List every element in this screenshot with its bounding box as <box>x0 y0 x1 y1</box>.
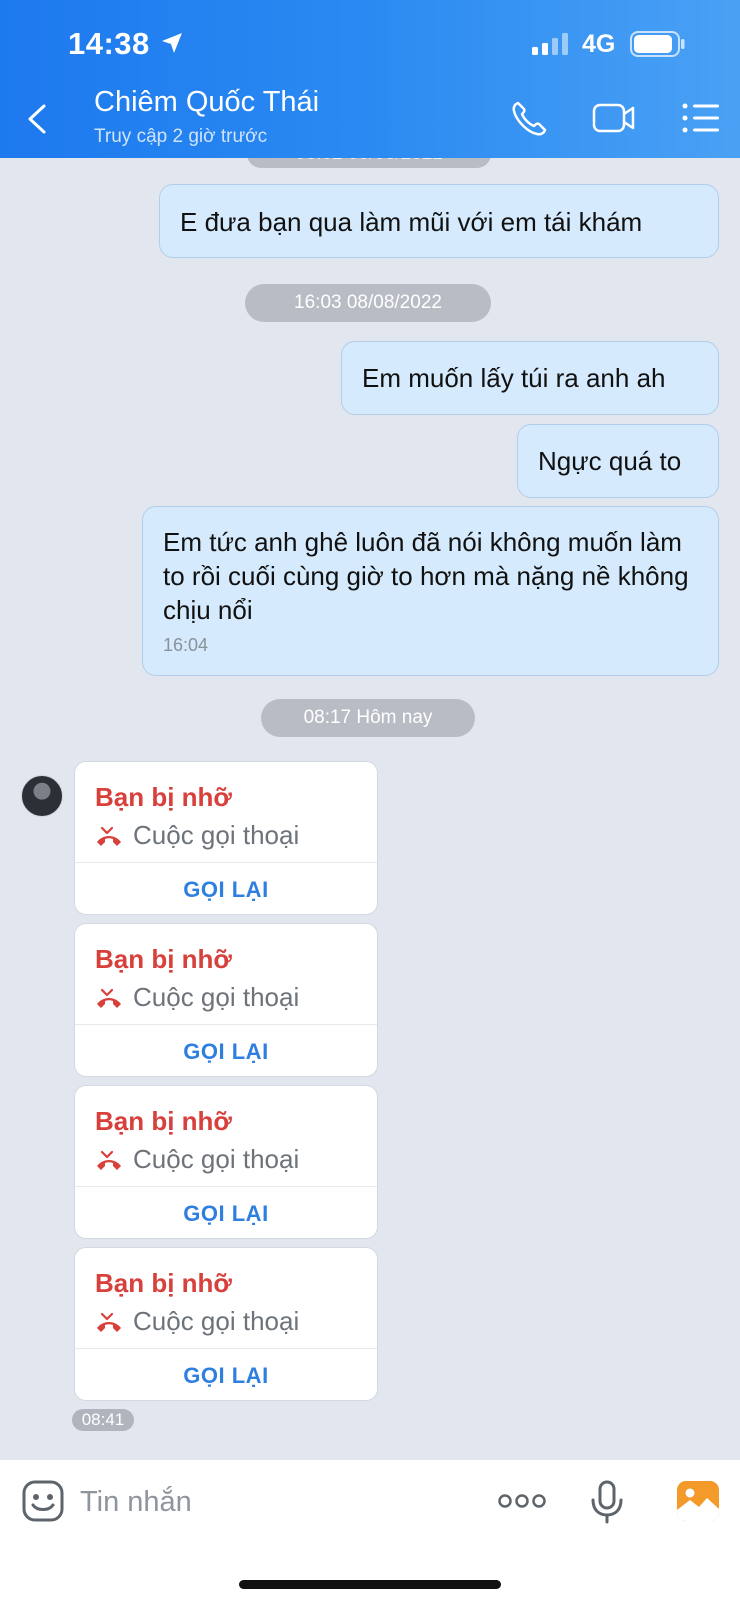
timestamp-pill: 08:17 Hôm nay <box>261 699 475 737</box>
gallery-image-icon[interactable] <box>676 1480 720 1522</box>
contact-last-seen: Truy cập 2 giờ trước <box>94 126 268 147</box>
call-back-button[interactable]: GỌI LẠI <box>75 863 377 916</box>
missed-call-title: Bạn bị nhỡ <box>95 1268 232 1298</box>
outgoing-message[interactable]: Ngực quá to <box>517 424 719 498</box>
network-label: 4G <box>582 30 616 58</box>
chat-header: 14:38 4G Chiêm Quốc Thái Truy cập 2 giờ … <box>0 0 740 158</box>
emoji-sticker-icon[interactable] <box>22 1480 64 1522</box>
missed-call-card: Bạn bị nhỡ Cuộc gọi thoại GỌI LẠI <box>74 1085 378 1239</box>
call-type: Cuộc gọi thoại <box>133 820 300 850</box>
missed-call-card: Bạn bị nhỡ Cuộc gọi thoại GỌI LẠI <box>74 1247 378 1401</box>
message-list[interactable]: 08:02 08/08/2022 E đưa bạn qua làm mũi v… <box>0 158 740 1460</box>
call-back-button[interactable]: GỌI LẠI <box>75 1187 377 1240</box>
missed-call-title: Bạn bị nhỡ <box>95 1106 232 1136</box>
message-composer <box>0 1460 740 1600</box>
contact-avatar[interactable] <box>21 775 63 817</box>
call-back-button[interactable]: GỌI LẠI <box>75 1025 377 1078</box>
message-text: Em tức anh ghê luôn đã nói không muốn là… <box>163 527 689 625</box>
timestamp-pill: 08:02 08/08/2022 <box>247 158 491 168</box>
message-time: 16:04 <box>163 635 209 655</box>
missed-call-icon <box>97 826 121 846</box>
missed-call-icon <box>97 1312 121 1332</box>
signal-icon <box>532 33 568 55</box>
message-text: E đưa bạn qua làm mũi với em tái khám <box>180 207 643 237</box>
call-type: Cuộc gọi thoại <box>133 1144 300 1174</box>
home-indicator <box>239 1580 501 1589</box>
menu-list-icon[interactable] <box>682 102 720 134</box>
call-back-button[interactable]: GỌI LẠI <box>75 1349 377 1402</box>
message-text: Ngực quá to <box>538 446 682 476</box>
message-time-pill: 08:41 <box>72 1409 134 1431</box>
missed-call-card: Bạn bị nhỡ Cuộc gọi thoại GỌI LẠI <box>74 923 378 1077</box>
outgoing-message[interactable]: Em tức anh ghê luôn đã nói không muốn là… <box>142 506 719 676</box>
microphone-icon[interactable] <box>590 1480 624 1524</box>
missed-call-title: Bạn bị nhỡ <box>95 782 232 812</box>
location-arrow-icon <box>162 33 182 53</box>
missed-call-icon <box>97 988 121 1008</box>
message-text: Em muốn lấy túi ra anh ah <box>362 363 666 393</box>
timestamp-pill: 16:03 08/08/2022 <box>245 284 491 322</box>
back-chevron-icon[interactable] <box>26 104 48 134</box>
message-input[interactable] <box>80 1480 460 1524</box>
outgoing-message[interactable]: Em muốn lấy túi ra anh ah <box>341 341 719 415</box>
missed-call-title: Bạn bị nhỡ <box>95 944 232 974</box>
contact-name[interactable]: Chiêm Quốc Thái <box>94 86 319 119</box>
battery-icon <box>630 31 685 57</box>
call-type: Cuộc gọi thoại <box>133 1306 300 1336</box>
missed-call-icon <box>97 1150 121 1170</box>
video-call-icon[interactable] <box>592 100 636 136</box>
phone-call-icon[interactable] <box>510 100 548 138</box>
call-type: Cuộc gọi thoại <box>133 982 300 1012</box>
outgoing-message[interactable]: E đưa bạn qua làm mũi với em tái khám <box>159 184 719 258</box>
status-time: 14:38 <box>68 26 150 61</box>
missed-call-card: Bạn bị nhỡ Cuộc gọi thoại GỌI LẠI <box>74 761 378 915</box>
more-options-icon[interactable] <box>498 1492 546 1510</box>
